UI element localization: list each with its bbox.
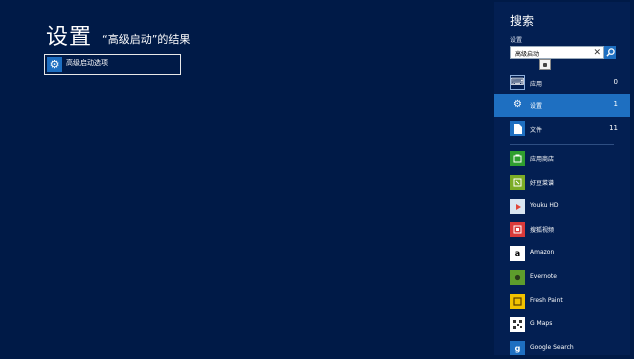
- scope-name: 文件: [530, 127, 543, 134]
- app-item-fresh-paint[interactable]: Fresh Paint: [494, 291, 630, 313]
- scope-count: 1: [613, 100, 618, 108]
- app-name: Evernote: [530, 273, 557, 280]
- app-item-evernote[interactable]: Evernote: [494, 267, 630, 289]
- app-name: Fresh Paint: [530, 297, 563, 304]
- page-title: 设置: [46, 25, 93, 50]
- store-icon: [510, 151, 525, 166]
- scope-apps[interactable]: ⌨ 应用 0: [494, 72, 630, 95]
- google-search-icon: g: [510, 341, 525, 355]
- app-name: 搜狐视频: [530, 227, 555, 234]
- scope-count: 0: [613, 78, 618, 86]
- keyboard-icon: ⌨: [510, 75, 525, 90]
- document-icon: [510, 121, 525, 136]
- result-label: 高级启动选项: [66, 59, 108, 67]
- app-name: Youku HD: [530, 202, 559, 209]
- app-item-sohu[interactable]: 搜狐视频: [494, 219, 630, 241]
- app-name: 应用商店: [530, 156, 555, 163]
- app-item-haodou[interactable]: 好豆菜谱: [494, 172, 630, 194]
- app-item-google-search[interactable]: g Google Search: [494, 338, 630, 355]
- app-name: Amazon: [530, 249, 555, 256]
- result-advanced-startup[interactable]: ⚙ 高级启动选项: [44, 54, 181, 75]
- app-name: 好豆菜谱: [530, 180, 555, 187]
- scope-count: 11: [609, 124, 618, 132]
- search-scope-label: 设置: [510, 37, 523, 44]
- gear-icon: ⚙: [513, 99, 522, 110]
- results-area: 设置 “高级启动”的结果 ⚙ 高级启动选项: [2, 2, 494, 355]
- app-name: Google Search: [530, 344, 574, 351]
- app-name: G Maps: [530, 320, 553, 327]
- recipe-icon: [510, 175, 525, 190]
- search-pane-title: 搜索: [510, 14, 535, 28]
- sohu-video-icon: [510, 222, 525, 237]
- search-button[interactable]: [604, 46, 616, 59]
- gmaps-icon: [510, 317, 525, 332]
- evernote-icon: [510, 270, 525, 285]
- divider: [510, 144, 614, 145]
- search-input[interactable]: 高级启动 ✕: [510, 46, 604, 59]
- window: 设置 “高级启动”的结果 ⚙ 高级启动选项 搜索 设置 高级启动 ✕ ⌨ 应用 …: [2, 2, 630, 355]
- amazon-icon: a: [510, 246, 525, 261]
- scope-files[interactable]: 文件 11: [494, 118, 630, 141]
- fresh-paint-icon: [510, 294, 525, 309]
- scope-name: 应用: [530, 81, 543, 88]
- youku-icon: [510, 199, 525, 214]
- search-pane: 搜索 设置 高级启动 ✕ ⌨ 应用 0 ⚙ 设置 1 文件 11 应用商店 好豆…: [494, 2, 630, 355]
- results-heading: “高级启动”的结果: [102, 33, 191, 46]
- close-icon[interactable]: ✕: [593, 47, 601, 60]
- scope-name: 设置: [530, 103, 543, 110]
- search-input-value: 高级启动: [515, 51, 540, 58]
- app-item-amazon[interactable]: a Amazon: [494, 243, 630, 265]
- app-item-youku[interactable]: Youku HD: [494, 196, 630, 218]
- app-item-gmaps[interactable]: G Maps: [494, 314, 630, 336]
- gear-icon: ⚙: [47, 57, 62, 72]
- cursor-tooltip: [539, 59, 551, 70]
- magnifier-icon: [605, 48, 615, 57]
- app-item-store[interactable]: 应用商店: [494, 148, 630, 170]
- scope-settings[interactable]: ⚙ 设置 1: [494, 94, 630, 117]
